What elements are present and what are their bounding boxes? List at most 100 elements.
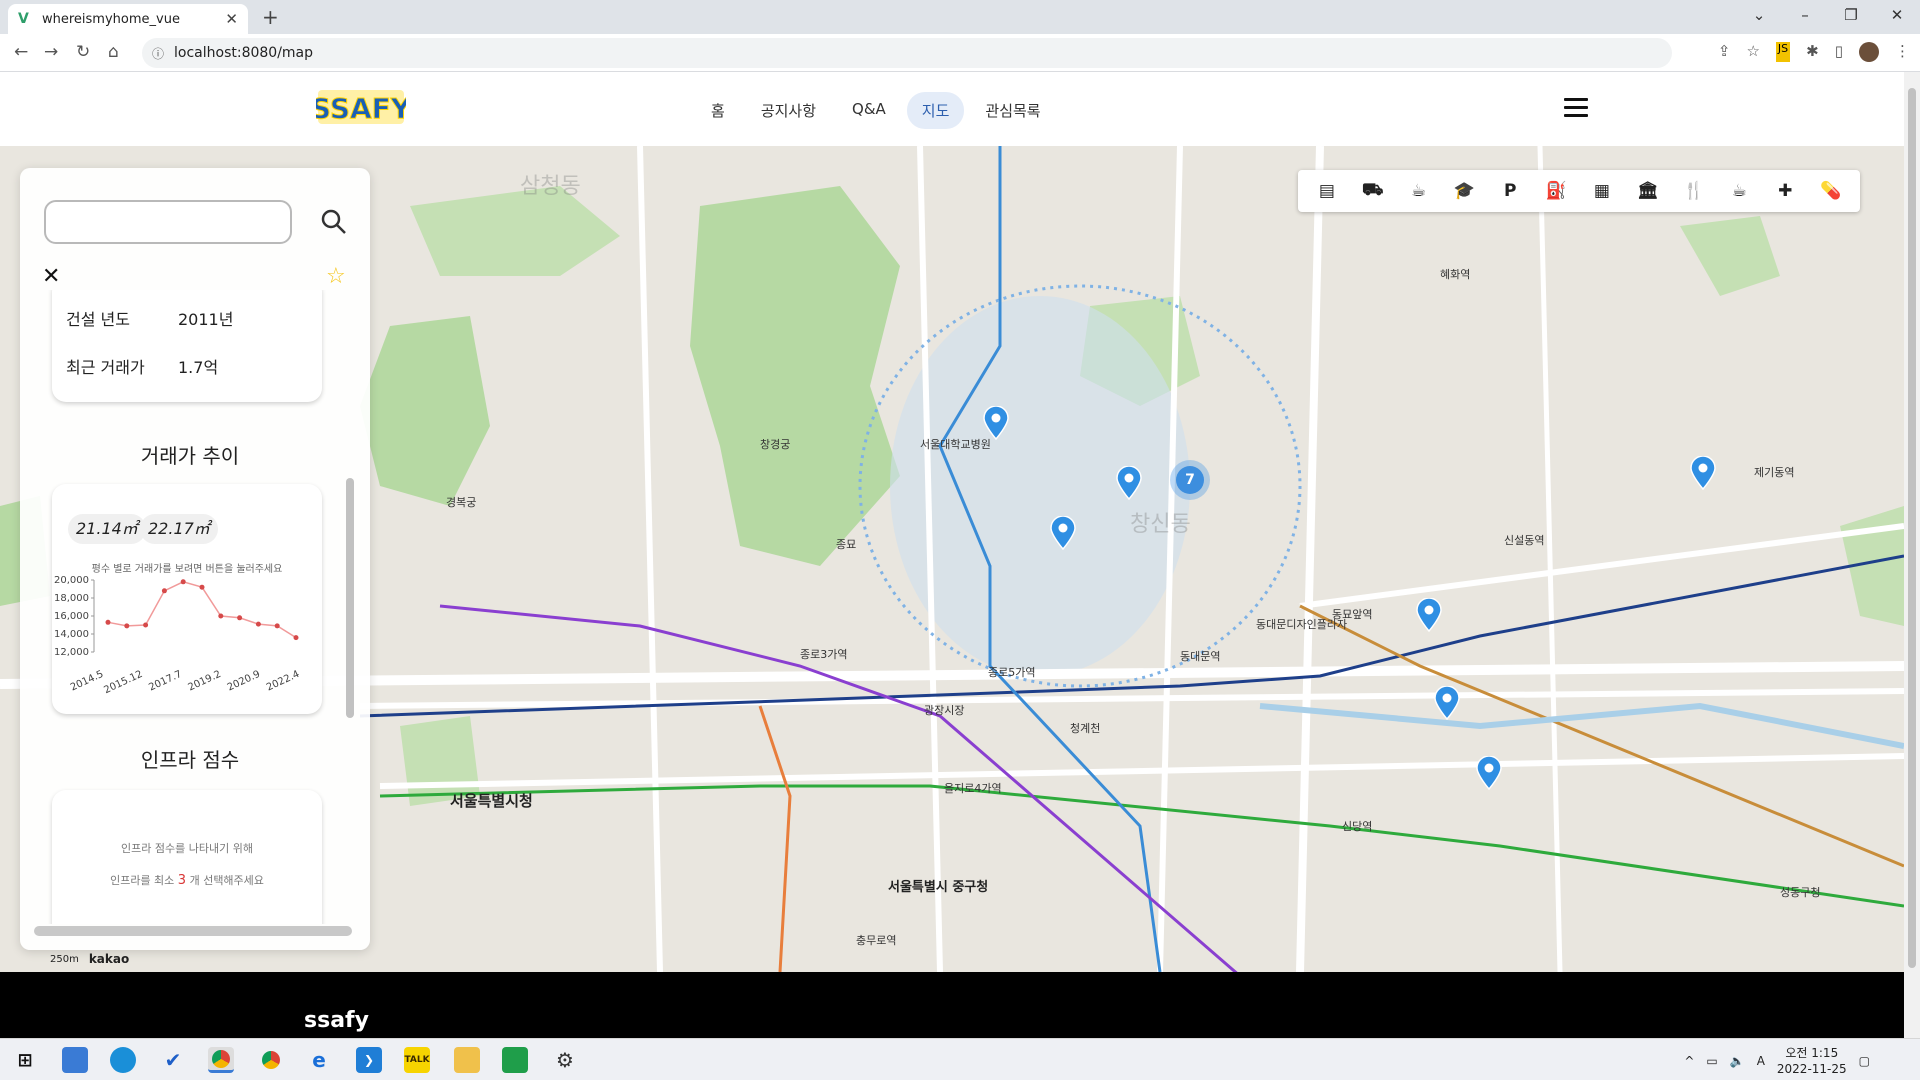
coffee-icon[interactable]: ☕ [1407, 179, 1431, 203]
x-tick-label: 2017.7 [147, 669, 183, 694]
apartment-pin-icon[interactable] [1050, 516, 1076, 550]
map-label-gwangjang: 광장시장 [924, 704, 965, 717]
nav-qna[interactable]: Q&A [837, 92, 901, 129]
window-close-icon[interactable]: ✕ [1874, 0, 1920, 34]
vscode-icon[interactable]: ❯ [356, 1047, 382, 1073]
settings-gear-icon[interactable]: ⚙ [552, 1047, 578, 1073]
notification-icon[interactable]: ▢ [1859, 1054, 1870, 1068]
apartment-pin-icon[interactable] [983, 406, 1009, 440]
cafe-icon[interactable]: ☕ [1727, 179, 1751, 203]
map-scale: 250m kakao [50, 952, 129, 966]
infra-text-1: 인프라 점수를 나타내기 위해 [121, 842, 253, 855]
build-year-label: 건설 년도 [66, 310, 130, 329]
store-icon[interactable]: ▤ [1315, 179, 1339, 203]
volume-icon[interactable]: 🔈 [1730, 1054, 1745, 1068]
favorite-star-icon[interactable]: ☆ [326, 264, 346, 289]
windows-start-icon[interactable]: ⊞ [12, 1047, 38, 1073]
logo-text: SSAFY [316, 92, 406, 125]
car-icon[interactable]: ⛟ [1361, 179, 1385, 203]
home-icon[interactable]: ⌂ [108, 42, 119, 62]
panel-horizontal-scrollbar[interactable] [34, 926, 352, 936]
panel-vertical-scrollbar[interactable] [346, 478, 354, 718]
kakao-logo: kakao [88, 952, 130, 966]
x-tick-label: 2019.2 [186, 669, 222, 694]
y-tick-label: 14,000 [54, 629, 89, 640]
panel-content[interactable]: 건설 년도 2011년 최근 거래가 1.7억 거래가 추이 21.14㎡ 22… [20, 290, 360, 924]
apartment-pin-icon[interactable] [1116, 466, 1142, 500]
subway-icon[interactable]: ▦ [1590, 179, 1614, 203]
page-scrollbar[interactable] [1904, 72, 1920, 1038]
chrome-icon[interactable] [208, 1047, 234, 1073]
price-data-point [218, 613, 224, 619]
school-icon[interactable]: 🎓 [1452, 179, 1476, 203]
gas-station-icon[interactable]: ⛽ [1544, 179, 1568, 203]
search-input[interactable] [44, 200, 292, 244]
build-year-row: 건설 년도 2011년 [66, 306, 233, 330]
price-data-point [274, 623, 280, 629]
tab-search-icon[interactable]: ⌄ [1736, 0, 1782, 34]
apartment-pin-icon[interactable] [1476, 756, 1502, 790]
restore-icon[interactable]: ❐ [1828, 0, 1874, 34]
search-icon[interactable] [320, 208, 348, 236]
bookmark-star-icon[interactable]: ☆ [1746, 42, 1759, 62]
close-icon[interactable]: ✕ [42, 264, 60, 289]
ime-icon[interactable]: A [1757, 1054, 1765, 1068]
ssafy-logo[interactable]: SSAFY [316, 82, 406, 128]
area-chip[interactable]: 22.17㎡ [140, 514, 218, 544]
extensions-puzzle-icon[interactable]: ✱ [1806, 42, 1819, 62]
back-icon[interactable]: ← [14, 42, 28, 62]
nav-favorites[interactable]: 관심목록 [970, 92, 1055, 129]
network-icon[interactable]: ▭ [1706, 1054, 1717, 1068]
map-label-ddp: 동대문디자인플라자 [1256, 618, 1348, 631]
nav-map[interactable]: 지도 [906, 92, 965, 129]
x-tick-label: 2020.9 [226, 669, 262, 694]
build-year-value: 2011년 [178, 310, 234, 329]
chrome-menu-icon[interactable]: ⋮ [1895, 42, 1910, 62]
site-footer: ssafy [0, 972, 1904, 1038]
extension-js-icon[interactable]: JS [1775, 42, 1791, 62]
nav-notice[interactable]: 공지사항 [746, 92, 831, 129]
edge-icon[interactable] [110, 1047, 136, 1073]
parking-icon[interactable]: P [1498, 179, 1522, 203]
apartment-pin-icon[interactable] [1434, 686, 1460, 720]
new-tab-icon[interactable]: + [262, 5, 279, 29]
side-panel-icon[interactable]: ▯ [1835, 42, 1843, 62]
notepad-icon[interactable] [502, 1047, 528, 1073]
tray-chevron-icon[interactable]: ^ [1684, 1054, 1694, 1068]
area-chip[interactable]: 21.14㎡ [68, 514, 146, 544]
map-label-jongno5: 종로5가역 [988, 666, 1036, 679]
bank-icon[interactable]: 🏛 [1636, 179, 1660, 203]
hamburger-menu-icon[interactable] [1564, 98, 1588, 118]
ie-icon[interactable]: e [306, 1047, 332, 1073]
price-data-point [180, 579, 186, 585]
infra-text-2-post: 개 선택해주세요 [189, 874, 264, 887]
taskbar-app-icon[interactable] [62, 1047, 88, 1073]
reload-icon[interactable]: ↻ [76, 42, 90, 62]
apartment-pin-icon[interactable] [1690, 456, 1716, 490]
browser-tab[interactable]: V whereismyhome_vue ✕ [8, 4, 248, 34]
address-url: localhost:8080/map [174, 45, 314, 61]
chrome-profile-icon[interactable] [258, 1047, 284, 1073]
forward-icon[interactable]: → [44, 42, 58, 62]
restaurant-icon[interactable]: 🍴 [1682, 179, 1706, 203]
minimize-icon[interactable]: – [1782, 0, 1828, 34]
price-data-point [143, 622, 149, 628]
price-data-point [255, 621, 261, 627]
nav-home[interactable]: 홈 [696, 92, 740, 129]
marker-cluster[interactable]: 7 [1170, 460, 1210, 500]
profile-avatar[interactable] [1859, 42, 1879, 62]
apartment-pin-icon[interactable] [1416, 598, 1442, 632]
share-icon[interactable]: ⇪ [1718, 42, 1731, 62]
site-info-icon[interactable]: ⓘ [152, 45, 164, 62]
clock-time: 오전 1:15 [1785, 1046, 1839, 1060]
address-bar[interactable]: ⓘ localhost:8080/map [142, 38, 1672, 68]
file-explorer-icon[interactable] [454, 1047, 480, 1073]
kakaotalk-icon[interactable]: TALK [404, 1047, 430, 1073]
taskbar-clock[interactable]: 오전 1:15 2022-11-25 [1777, 1045, 1847, 1077]
infra-min-count: 3 [177, 873, 187, 888]
hospital-icon[interactable]: ✚ [1773, 179, 1797, 203]
pharmacy-icon[interactable]: 💊 [1819, 179, 1843, 203]
todo-icon[interactable]: ✔ [160, 1047, 186, 1073]
tab-close-icon[interactable]: ✕ [225, 10, 238, 28]
map-label-snu-hospital: 서울대학교병원 [920, 438, 991, 451]
